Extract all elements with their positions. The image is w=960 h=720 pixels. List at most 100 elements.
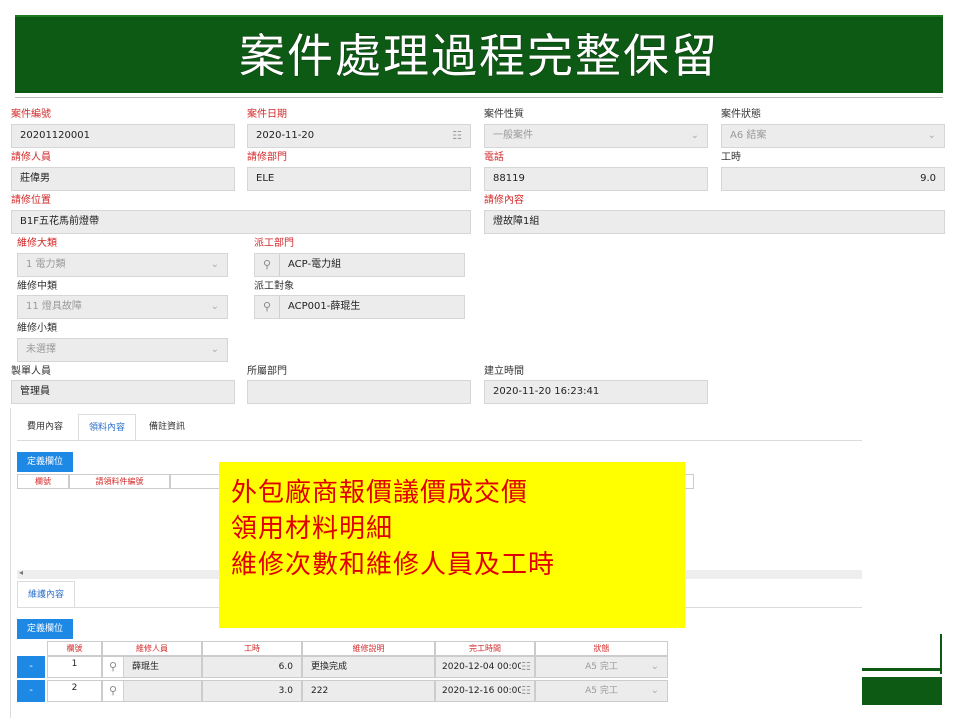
case-no-field[interactable]: 20201120001 — [11, 124, 235, 148]
req-dept-field[interactable]: ELE — [247, 167, 471, 191]
title-banner: 案件處理過程完整保留 — [15, 15, 943, 93]
table-row-status-value: A5 完工 — [585, 686, 618, 696]
define-columns-button[interactable]: 定義欄位 — [17, 619, 73, 639]
material-col-code: 請領料件編號 — [69, 474, 170, 489]
table-row-desc[interactable]: 222 — [302, 680, 435, 702]
cat-minor-label: 維修小類 — [17, 323, 57, 334]
cat-major-value: 1 電力類 — [26, 259, 66, 270]
chevron-down-icon: ⌄ — [927, 130, 936, 141]
page-title: 案件處理過程完整保留 — [239, 29, 719, 83]
footer-accent-line — [862, 668, 942, 671]
repair-col-no: 欄號 — [47, 641, 102, 656]
table-row-no: 2 — [47, 680, 102, 702]
annotation-note: 外包廠商報價議價成交價 領用材料明細 維修次數和維修人員及工時 — [219, 462, 685, 628]
location-label: 請修位置 — [11, 195, 51, 206]
case-date-label: 案件日期 — [247, 109, 287, 120]
work-hours-label: 工時 — [721, 152, 741, 163]
chevron-down-icon: ⌄ — [650, 685, 659, 696]
table-row-status[interactable]: A5 完工 ⌄ — [535, 656, 668, 678]
case-status-value: A6 結案 — [730, 130, 767, 141]
table-row-hours[interactable]: 3.0 — [202, 680, 302, 702]
dispatch-target-value: ACP001-薛琨生 — [288, 301, 361, 312]
content-label: 請修內容 — [484, 195, 524, 206]
dispatch-target-label: 派工對象 — [254, 281, 294, 292]
chevron-down-icon: ⌄ — [210, 259, 219, 270]
remove-row-button[interactable]: - — [17, 656, 45, 678]
repair-col-person: 維修人員 — [102, 641, 202, 656]
tab-underline — [17, 440, 862, 441]
cat-middle-label: 維修中類 — [17, 281, 57, 292]
table-row-done-value: 2020-12-04 00:00 — [442, 662, 524, 672]
divider — [15, 97, 943, 98]
table-row-hours[interactable]: 6.0 — [202, 656, 302, 678]
cat-minor-value: 未選擇 — [26, 344, 56, 355]
work-hours-field[interactable]: 9.0 — [721, 167, 945, 191]
cat-major-select[interactable]: 1 電力類 ⌄ — [17, 253, 228, 277]
define-columns-button[interactable]: 定義欄位 — [17, 452, 73, 472]
case-type-value: 一般案件 — [493, 130, 533, 141]
remove-row-button[interactable]: - — [17, 680, 45, 702]
dispatch-dept-field[interactable]: ⚲ ACP-電力組 — [254, 253, 465, 277]
calendar-icon[interactable]: ☷ — [452, 125, 462, 147]
repair-col-desc: 維修說明 — [302, 641, 435, 656]
table-row-desc[interactable]: 更換完成 — [302, 656, 435, 678]
case-type-label: 案件性質 — [484, 109, 524, 120]
case-date-field[interactable]: 2020-11-20 ☷ — [247, 124, 471, 148]
case-status-label: 案件狀態 — [721, 109, 761, 120]
tab-notes[interactable]: 備註資訊 — [139, 414, 195, 440]
scroll-left-icon[interactable]: ◂ — [19, 568, 23, 577]
repair-col-hours: 工時 — [202, 641, 302, 656]
chevron-down-icon: ⌄ — [650, 661, 659, 672]
location-field[interactable]: B1F五花馬前燈帶 — [11, 210, 471, 234]
owner-dept-field[interactable] — [247, 380, 471, 404]
created-at-label: 建立時間 — [484, 366, 524, 377]
cat-minor-select[interactable]: 未選擇 ⌄ — [17, 338, 228, 362]
table-row-done-value: 2020-12-16 00:00 — [442, 686, 524, 696]
tab-materials[interactable]: 領料內容 — [78, 414, 137, 440]
search-icon[interactable]: ⚲ — [255, 254, 280, 276]
table-row-done[interactable]: 2020-12-16 00:00 ☷ — [435, 680, 535, 702]
search-icon[interactable]: ⚲ — [103, 657, 124, 677]
tab-fees[interactable]: 費用內容 — [17, 414, 73, 440]
material-col-no: 欄號 — [17, 474, 69, 489]
note-line-2: 領用材料明細 — [231, 514, 394, 544]
chevron-down-icon: ⌄ — [690, 130, 699, 141]
table-row-person[interactable]: ⚲ 薛琨生 — [102, 656, 202, 678]
requester-label: 請修人員 — [11, 152, 51, 163]
cat-middle-select[interactable]: 11 燈具故障 ⌄ — [17, 295, 228, 319]
creator-field[interactable]: 管理員 — [11, 380, 235, 404]
table-row-no: 1 — [47, 656, 102, 678]
case-type-select[interactable]: 一般案件 ⌄ — [484, 124, 708, 148]
note-line-3: 維修次數和維修人員及工時 — [231, 550, 556, 580]
content-field[interactable]: 燈故障1組 — [484, 210, 945, 234]
chevron-down-icon: ⌄ — [210, 301, 219, 312]
search-icon[interactable]: ⚲ — [255, 296, 280, 318]
table-row-person-value: 薛琨生 — [132, 662, 160, 672]
created-at-field[interactable]: 2020-11-20 16:23:41 — [484, 380, 708, 404]
cat-major-label: 維修大類 — [17, 238, 57, 249]
table-row-done[interactable]: 2020-12-04 00:00 ☷ — [435, 656, 535, 678]
search-icon[interactable]: ⚲ — [103, 681, 124, 701]
dispatch-dept-value: ACP-電力組 — [288, 259, 342, 270]
requester-field[interactable]: 莊偉男 — [11, 167, 235, 191]
case-status-select[interactable]: A6 結案 ⌄ — [721, 124, 945, 148]
chevron-down-icon: ⌄ — [210, 344, 219, 355]
case-no-label: 案件編號 — [11, 109, 51, 120]
table-row-status-value: A5 完工 — [585, 662, 618, 672]
footer-accent-edge — [940, 634, 942, 674]
dispatch-target-field[interactable]: ⚲ ACP001-薛琨生 — [254, 295, 465, 319]
phone-field[interactable]: 88119 — [484, 167, 708, 191]
repair-col-status: 狀態 — [535, 641, 668, 656]
table-row-status[interactable]: A5 完工 ⌄ — [535, 680, 668, 702]
calendar-icon[interactable]: ☷ — [521, 681, 531, 701]
repair-col-done: 完工時間 — [435, 641, 535, 656]
phone-label: 電話 — [484, 152, 504, 163]
table-row-person[interactable]: ⚲ — [102, 680, 202, 702]
footer-accent-block — [862, 677, 942, 705]
tab-repair-content[interactable]: 維護內容 — [17, 581, 76, 607]
cat-middle-value: 11 燈具故障 — [26, 301, 82, 312]
owner-dept-label: 所屬部門 — [247, 366, 287, 377]
case-date-value: 2020-11-20 — [256, 130, 315, 141]
calendar-icon[interactable]: ☷ — [521, 657, 531, 677]
dispatch-dept-label: 派工部門 — [254, 238, 294, 249]
